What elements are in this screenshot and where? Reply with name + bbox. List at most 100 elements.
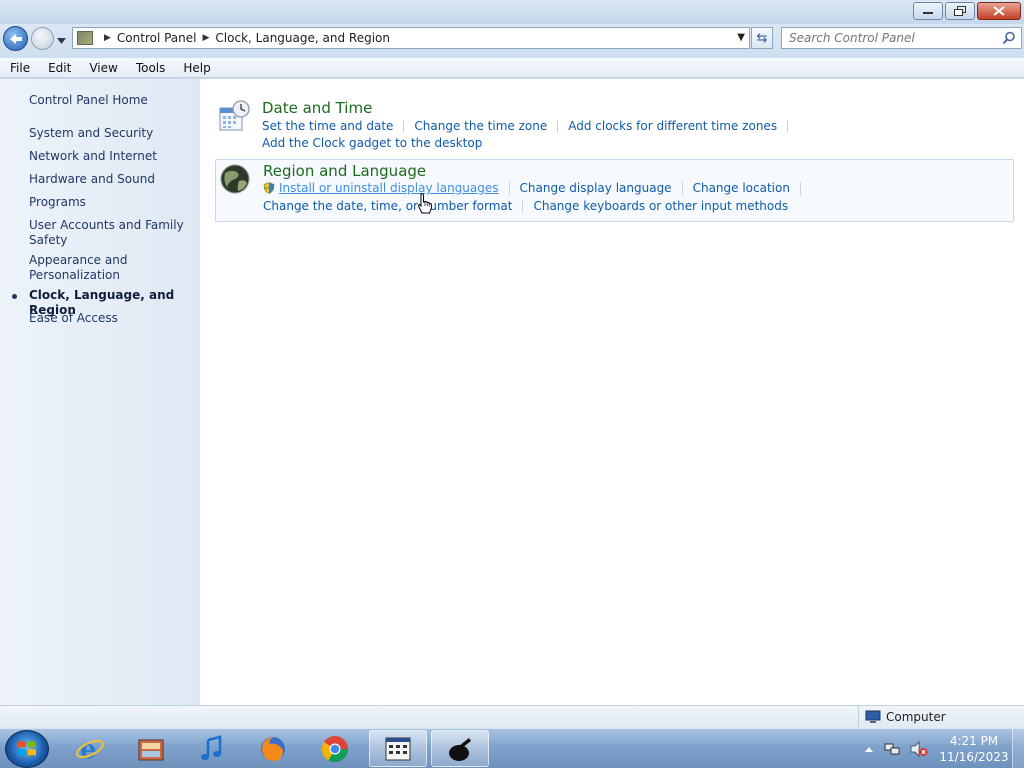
control-panel-home-link[interactable]: Control Panel Home xyxy=(29,93,194,108)
globe-clock-icon xyxy=(220,164,250,194)
sidebar-item-system-security[interactable]: System and Security xyxy=(29,126,194,141)
computer-icon xyxy=(865,710,881,723)
sidebar-item-ease-of-access[interactable]: Ease of Access xyxy=(29,311,194,326)
category-region-language: Region and Language Install or uninstall… xyxy=(215,159,1014,222)
sidebar-item-user-accounts[interactable]: User Accounts and Family Safety xyxy=(29,218,194,248)
current-item-bullet xyxy=(12,294,17,299)
taskbar-firefox[interactable] xyxy=(244,730,302,767)
windows-logo-icon xyxy=(18,741,36,756)
back-button[interactable] xyxy=(3,26,28,51)
sidebar-item-appearance[interactable]: Appearance and Personalization xyxy=(29,253,194,283)
control-panel-icon xyxy=(77,31,93,45)
category-date-time: Date and Time Set the time and date Chan… xyxy=(215,97,1014,153)
close-button[interactable] xyxy=(977,2,1021,20)
media-center-icon xyxy=(138,739,164,760)
search-box[interactable] xyxy=(781,27,1022,49)
breadcrumb-arrow-icon[interactable]: ▶ xyxy=(203,33,210,43)
internet-explorer-icon: e xyxy=(76,735,104,764)
set-time-date-link[interactable]: Set the time and date xyxy=(262,119,393,133)
status-zone-label: Computer xyxy=(886,710,946,724)
close-icon xyxy=(993,6,1005,16)
admin-shield-icon xyxy=(263,182,275,194)
minimize-button[interactable] xyxy=(913,2,943,20)
network-icon[interactable] xyxy=(884,741,900,757)
navigation-bar: ▶ Control Panel ▶ Clock, Language, and R… xyxy=(0,24,1024,58)
menu-file[interactable]: File xyxy=(0,61,38,75)
main-content: Date and Time Set the time and date Chan… xyxy=(200,79,1024,705)
breadcrumb-arrow-icon[interactable]: ▶ xyxy=(104,33,111,43)
firefox-icon xyxy=(261,736,285,761)
taskbar-internet-explorer[interactable]: e xyxy=(61,730,119,767)
link-separator xyxy=(681,181,683,195)
change-location-link[interactable]: Change location xyxy=(693,181,790,195)
category-title-date-time[interactable]: Date and Time xyxy=(262,99,372,117)
title-bar xyxy=(0,0,1024,24)
menu-bar: File Edit View Tools Help xyxy=(0,58,1024,78)
menu-view[interactable]: View xyxy=(79,61,125,75)
search-icon[interactable] xyxy=(1002,31,1016,45)
address-bar[interactable]: ▶ Control Panel ▶ Clock, Language, and R… xyxy=(72,27,750,49)
address-dropdown-icon[interactable]: ▼ xyxy=(737,32,745,43)
add-clocks-link[interactable]: Add clocks for different time zones xyxy=(568,119,777,133)
link-separator xyxy=(522,199,524,213)
recent-pages-button[interactable] xyxy=(57,33,66,47)
link-separator xyxy=(557,119,559,133)
taskbar-clock[interactable]: 4:21 PM 11/16/2023 xyxy=(938,733,1010,765)
menu-help[interactable]: Help xyxy=(173,61,218,75)
clock-time: 4:21 PM xyxy=(949,734,999,748)
link-separator xyxy=(799,181,801,195)
refresh-icon: ⇆ xyxy=(756,30,768,46)
taskbar-system-monitor[interactable] xyxy=(369,730,427,767)
search-input[interactable] xyxy=(782,28,992,48)
taskbar-chrome[interactable] xyxy=(306,730,364,767)
install-display-languages-link[interactable]: Install or uninstall display languages xyxy=(279,181,499,195)
app-icon xyxy=(449,737,471,761)
system-tray xyxy=(864,729,928,768)
window-controls xyxy=(913,2,1021,20)
start-button[interactable] xyxy=(5,730,49,768)
itunes-icon xyxy=(201,734,222,760)
change-keyboards-link[interactable]: Change keyboards or other input methods xyxy=(533,199,788,213)
sidebar-item-hardware-sound[interactable]: Hardware and Sound xyxy=(29,172,194,187)
forward-arrow-icon xyxy=(37,34,48,43)
refresh-button[interactable]: ⇆ xyxy=(751,27,773,49)
restore-button[interactable] xyxy=(945,2,975,20)
date-time-links-row-1: Set the time and date Change the time zo… xyxy=(262,119,798,133)
menu-tools[interactable]: Tools xyxy=(126,61,174,75)
chevron-down-icon xyxy=(57,38,66,44)
region-links-row-2: Change the date, time, or number format … xyxy=(263,199,788,213)
status-bar: Computer xyxy=(0,705,1024,728)
chrome-icon xyxy=(321,735,349,762)
status-zone: Computer xyxy=(858,706,1024,728)
date-time-links-row-2: Add the Clock gadget to the desktop xyxy=(262,136,482,150)
link-separator xyxy=(508,181,510,195)
link-separator xyxy=(787,119,789,133)
hand-cursor-icon xyxy=(418,193,432,214)
taskbar-itunes[interactable] xyxy=(183,730,241,767)
breadcrumb-clock-language-region[interactable]: Clock, Language, and Region xyxy=(215,31,390,45)
forward-button[interactable] xyxy=(31,27,54,50)
clock-date: 11/16/2023 xyxy=(939,750,1009,764)
svg-text:e: e xyxy=(80,735,97,764)
menu-edit[interactable]: Edit xyxy=(38,61,79,75)
change-display-language-link[interactable]: Change display language xyxy=(520,181,672,195)
back-arrow-icon xyxy=(9,33,22,44)
change-time-zone-link[interactable]: Change the time zone xyxy=(414,119,547,133)
region-links-row-1: Install or uninstall display languages C… xyxy=(263,181,811,195)
restore-icon xyxy=(954,6,966,16)
category-title-region-language[interactable]: Region and Language xyxy=(263,162,426,180)
sidebar-item-network-internet[interactable]: Network and Internet xyxy=(29,149,194,164)
breadcrumb-control-panel[interactable]: Control Panel xyxy=(117,31,197,45)
show-hidden-icons-icon[interactable] xyxy=(864,745,874,753)
volume-muted-icon[interactable] xyxy=(910,741,928,757)
taskbar-app[interactable] xyxy=(431,730,489,767)
add-clock-gadget-link[interactable]: Add the Clock gadget to the desktop xyxy=(262,136,482,150)
taskbar-media-center[interactable] xyxy=(122,730,180,767)
left-nav-pane: Control Panel Home System and Security N… xyxy=(0,79,200,705)
link-separator xyxy=(403,119,405,133)
show-desktop-button[interactable] xyxy=(1012,729,1024,768)
taskbar: e 4:21 PM 11/16/2023 xyxy=(0,728,1024,768)
calendar-clock-icon xyxy=(219,100,250,131)
sidebar-item-programs[interactable]: Programs xyxy=(29,195,194,210)
change-date-number-format-link[interactable]: Change the date, time, or number format xyxy=(263,199,512,213)
